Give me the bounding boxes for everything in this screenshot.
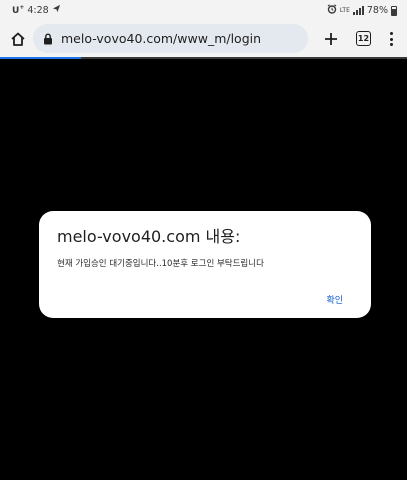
status-right: LTE 78% [327, 4, 397, 17]
home-icon [11, 32, 25, 46]
status-left: U+ 4:28 [12, 4, 61, 16]
battery-icon [391, 5, 397, 16]
alarm-icon [327, 4, 337, 17]
battery-percent: 78% [366, 5, 388, 16]
browser-toolbar: melo-vovo40.com/www_m/login 12 [0, 20, 407, 58]
lock-icon[interactable] [41, 32, 55, 46]
alert-dialog: melo-vovo40.com 내용: 현재 가입승인 대기중입니다..10분후… [39, 211, 371, 318]
tab-count: 12 [357, 34, 370, 43]
carrier-plus: + [19, 4, 25, 11]
plus-icon [325, 33, 337, 45]
url-text[interactable]: melo-vovo40.com/www_m/login [61, 31, 261, 46]
home-button[interactable] [6, 27, 30, 51]
navigation-arrow-icon [52, 4, 61, 16]
network-type-label: LTE [339, 6, 350, 14]
new-tab-button[interactable] [320, 28, 342, 50]
menu-dot [389, 43, 393, 46]
dialog-message: 현재 가입승인 대기중입니다..10분후 로그인 부탁드립니다 [57, 259, 264, 269]
dialog-title: melo-vovo40.com 내용: [57, 227, 241, 246]
ok-button[interactable]: 확인 [326, 293, 343, 306]
status-bar: U+ 4:28 LTE 78% [0, 0, 407, 20]
clock-time: 4:28 [27, 4, 49, 16]
menu-dot [389, 32, 393, 35]
signal-strength-icon [352, 6, 364, 15]
carrier-label: U+ [12, 4, 24, 16]
tab-switcher-button[interactable]: 12 [356, 31, 371, 46]
menu-dot [389, 37, 393, 41]
url-bar[interactable]: melo-vovo40.com/www_m/login [33, 24, 308, 53]
more-menu-button[interactable] [384, 28, 398, 50]
